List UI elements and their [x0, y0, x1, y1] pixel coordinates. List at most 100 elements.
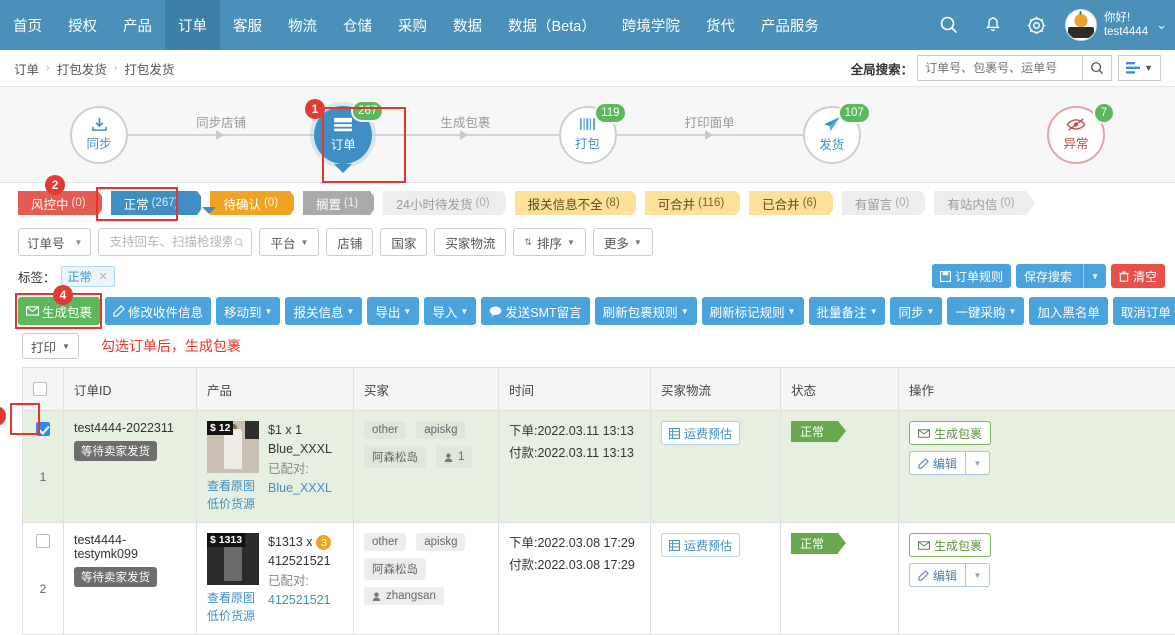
step-node-sync[interactable]: 同步	[70, 106, 128, 164]
gear-icon[interactable]	[1015, 0, 1059, 50]
row-checkbox[interactable]	[36, 422, 50, 436]
status-tab-has-message[interactable]: 有留言(0)	[842, 191, 922, 215]
filter-more-button[interactable]: 更多▼	[593, 228, 653, 256]
nav-item-1[interactable]: 授权	[55, 0, 110, 50]
cheap-source-link[interactable]: 低价货源	[207, 495, 259, 512]
filter-shop-button[interactable]: 店铺	[326, 228, 373, 256]
nav-item-5[interactable]: 物流	[275, 0, 330, 50]
row-create-package-button[interactable]: 生成包裹	[909, 421, 991, 445]
nav-item-10[interactable]: 跨境学院	[609, 0, 693, 50]
status-tab-has-sitemail[interactable]: 有站内信(0)	[934, 191, 1026, 215]
customs-info-button[interactable]: 报关信息▼	[285, 297, 362, 325]
status-tab-mergeable[interactable]: 可合并(116)	[645, 191, 737, 215]
print-button[interactable]: 打印 ▼	[22, 333, 79, 359]
view-original-image-link[interactable]: 查看原图	[207, 589, 259, 606]
row-edit-button[interactable]: 编辑	[909, 451, 966, 475]
nav-item-8[interactable]: 数据	[440, 0, 495, 50]
row-checkbox[interactable]	[36, 534, 50, 548]
search-options-menu[interactable]: ▼	[1118, 55, 1161, 81]
product-price-qty: $1 x 1	[268, 421, 343, 440]
close-icon[interactable]: ✕	[99, 270, 108, 283]
filter-platform-button[interactable]: 平台▼	[259, 228, 319, 256]
step-node-ship[interactable]: 发货 107	[803, 106, 861, 164]
refresh-tag-rule-button[interactable]: 刷新标记规则▼	[702, 297, 804, 325]
refresh-package-rule-button[interactable]: 刷新包裹规则▼	[595, 297, 697, 325]
view-original-image-link[interactable]: 查看原图	[207, 477, 259, 494]
product-matched-line: 已配对: 412521521	[268, 572, 343, 611]
matched-link[interactable]: Blue_XXXL	[268, 481, 332, 495]
cheap-source-link[interactable]: 低价货源	[207, 607, 259, 624]
step-node-pack[interactable]: 打包 119	[559, 106, 617, 164]
save-search-button[interactable]: 保存搜索 ▼	[1016, 264, 1106, 288]
filter-buyer-logistics-button[interactable]: 买家物流	[434, 228, 506, 256]
chevron-down-icon[interactable]: ⌄	[1156, 17, 1167, 33]
nav-item-2[interactable]: 产品	[110, 0, 165, 50]
filter-sort-button[interactable]: ⇅ 排序 ▼	[513, 228, 585, 256]
edit-recipient-button[interactable]: 修改收件信息	[105, 297, 211, 325]
row-create-package-button[interactable]: 生成包裹	[909, 533, 991, 557]
buyer-count-value: zhangsan	[386, 590, 436, 602]
bell-icon[interactable]	[971, 0, 1015, 50]
nav-item-0[interactable]: 首页	[0, 0, 55, 50]
chevron-down-icon[interactable]: ▼	[1083, 264, 1106, 288]
export-button[interactable]: 导出▼	[367, 297, 419, 325]
import-button[interactable]: 导入▼	[424, 297, 476, 325]
button-label: 修改收件信息	[128, 302, 203, 321]
add-to-blacklist-button[interactable]: 加入黑名单	[1029, 297, 1108, 325]
list-icon	[333, 117, 353, 133]
move-to-button[interactable]: 移动到▼	[216, 297, 280, 325]
send-smt-message-button[interactable]: 发送SMT留言	[481, 297, 589, 325]
table-header-row: 订单ID 产品 买家 时间 买家物流 状态 操作	[23, 368, 1175, 411]
order-search-box[interactable]	[98, 228, 252, 256]
one-click-purchase-button[interactable]: 一键采购▼	[947, 297, 1024, 325]
user-name: test4444	[1104, 25, 1148, 39]
cell-product: $ 1313 查看原图 低价货源 $1313 x3	[197, 523, 354, 635]
freight-estimate-button[interactable]: 运费预估	[661, 533, 740, 557]
freight-estimate-button[interactable]: 运费预估	[661, 421, 740, 445]
nav-item-4[interactable]: 客服	[220, 0, 275, 50]
nav-item-11[interactable]: 货代	[693, 0, 748, 50]
product-thumbnail[interactable]: $ 1313	[207, 533, 259, 585]
status-tab-customs-incomplete[interactable]: 报关信息不全(8)	[515, 191, 632, 215]
user-menu[interactable]: 你好! test4444 ⌄	[1059, 0, 1175, 50]
nav-item-7[interactable]: 采购	[385, 0, 440, 50]
matched-link[interactable]: 412521521	[268, 593, 331, 607]
status-tab-pending-confirm[interactable]: 待确认(0)	[210, 191, 290, 215]
nav-label: 货代	[706, 15, 735, 36]
nav-item-6[interactable]: 仓储	[330, 0, 385, 50]
nav-item-9[interactable]: 数据（Beta）	[495, 0, 609, 50]
nav-item-orders[interactable]: 订单	[165, 0, 220, 50]
nav-item-12[interactable]: 产品服务	[748, 0, 832, 50]
filter-field-select[interactable]: 订单号 ▼	[18, 228, 91, 256]
global-search-input[interactable]	[917, 55, 1082, 81]
sync-button[interactable]: 同步▼	[890, 297, 942, 325]
order-state-tag: 等待卖家发货	[74, 441, 157, 461]
chevron-down-icon[interactable]: ▼	[966, 451, 990, 475]
chevron-down-icon[interactable]: ▼	[966, 563, 990, 587]
product-thumbnail[interactable]: $ 12	[207, 421, 259, 473]
cell-status: 正常	[781, 523, 899, 635]
order-rule-button[interactable]: 订单规则	[932, 264, 1011, 288]
step-node-exception[interactable]: 异常 7	[1047, 106, 1105, 164]
tab-count: (116)	[698, 197, 724, 209]
breadcrumb-item-0[interactable]: 订单	[14, 59, 39, 78]
clear-button[interactable]: 清空	[1111, 264, 1165, 288]
status-tab-onhold[interactable]: 搁置(1)	[303, 191, 370, 215]
cancel-order-button[interactable]: 取消订单	[1113, 297, 1175, 325]
user-text: 你好! test4444	[1104, 11, 1148, 40]
row-edit-button[interactable]: 编辑	[909, 563, 966, 587]
button-label: 刷新包裹规则	[603, 302, 678, 321]
tag-chip-normal[interactable]: 正常 ✕	[61, 266, 115, 287]
button-label: 清空	[1133, 268, 1157, 285]
tab-count: (0)	[476, 197, 490, 209]
filter-country-button[interactable]: 国家	[380, 228, 427, 256]
batch-remark-button[interactable]: 批量备注▼	[809, 297, 886, 325]
search-icon[interactable]	[927, 0, 971, 50]
status-tab-24h[interactable]: 24小时待发货(0)	[383, 191, 501, 215]
global-search-button[interactable]	[1082, 55, 1112, 81]
order-search-input[interactable]	[107, 234, 233, 250]
status-tab-merged[interactable]: 已合并(6)	[749, 191, 829, 215]
status-tab-normal[interactable]: 正常(267)	[111, 191, 198, 215]
breadcrumb-item-1[interactable]: 打包发货	[57, 59, 107, 78]
select-all-checkbox[interactable]	[33, 382, 47, 396]
